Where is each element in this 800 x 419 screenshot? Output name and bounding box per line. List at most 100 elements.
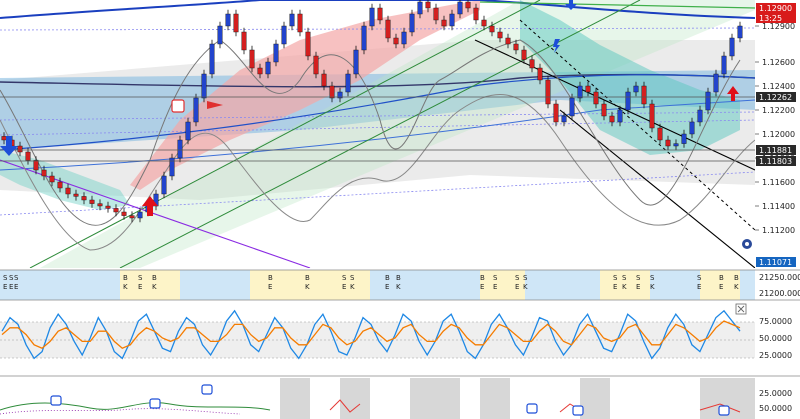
candle-body[interactable]: [281, 25, 287, 45]
candle-body[interactable]: [257, 67, 263, 75]
candle-body[interactable]: [321, 73, 327, 87]
gear-icon[interactable]: [742, 239, 752, 249]
candle-body[interactable]: [609, 115, 615, 123]
candle-body[interactable]: [345, 73, 351, 93]
candle-body[interactable]: [17, 145, 23, 153]
candle-body[interactable]: [409, 13, 415, 33]
candle-body[interactable]: [457, 1, 463, 15]
candle-body[interactable]: [425, 1, 431, 9]
session-label-top: S: [650, 274, 655, 282]
candle-body[interactable]: [553, 103, 559, 123]
candle-body[interactable]: [329, 85, 335, 99]
candle-body[interactable]: [201, 73, 207, 99]
price-tick-label: 1.11400: [762, 202, 795, 211]
candle-body[interactable]: [225, 13, 231, 27]
candle-body[interactable]: [537, 67, 543, 81]
candle-body[interactable]: [161, 175, 167, 195]
candle-body[interactable]: [137, 211, 143, 219]
candle-body[interactable]: [713, 73, 719, 93]
candle-body[interactable]: [65, 187, 71, 195]
candle-body[interactable]: [73, 193, 79, 197]
candle-body[interactable]: [665, 139, 671, 147]
candle-body[interactable]: [729, 37, 735, 57]
candle-body[interactable]: [433, 7, 439, 21]
candle-body[interactable]: [561, 115, 567, 123]
candle-body[interactable]: [1, 136, 7, 141]
candle-body[interactable]: [81, 196, 87, 201]
candle-body[interactable]: [185, 121, 191, 141]
stochastic-panel[interactable]: [0, 302, 755, 374]
candle-body[interactable]: [385, 19, 391, 39]
candle-body[interactable]: [33, 160, 39, 171]
candle-body[interactable]: [465, 1, 471, 9]
candle-body[interactable]: [617, 109, 623, 123]
candle-body[interactable]: [585, 85, 591, 93]
price-tick-label: 1.12000: [762, 130, 795, 139]
candle-body[interactable]: [305, 31, 311, 57]
session-label-bottom: E: [636, 283, 640, 291]
candle-body[interactable]: [705, 91, 711, 111]
oscillator-panel[interactable]: [0, 378, 755, 419]
candle-body[interactable]: [569, 97, 575, 117]
candle-body[interactable]: [721, 55, 727, 75]
candle-body[interactable]: [377, 7, 383, 21]
chart-canvas[interactable]: 1.12900 1.12600 1.12400 1.12200 1.12000 1.118…: [0, 0, 800, 419]
close-icon[interactable]: [735, 303, 747, 315]
chart-window: 1.12900 1.12600 1.12400 1.12200 1.12000 1.118…: [0, 0, 800, 419]
candle-body[interactable]: [649, 103, 655, 129]
candle-body[interactable]: [353, 49, 359, 75]
candle-body[interactable]: [593, 91, 599, 105]
candle-body[interactable]: [601, 103, 607, 117]
candle-body[interactable]: [625, 91, 631, 111]
candle-body[interactable]: [401, 31, 407, 45]
candle-body[interactable]: [361, 25, 367, 51]
candle-body[interactable]: [529, 59, 535, 69]
candle-body[interactable]: [113, 208, 119, 213]
candle-body[interactable]: [441, 19, 447, 27]
candle-body[interactable]: [657, 127, 663, 141]
candle-body[interactable]: [673, 143, 679, 147]
candle-body[interactable]: [57, 181, 63, 189]
candle-body[interactable]: [265, 61, 271, 75]
candle-body[interactable]: [737, 25, 743, 39]
candle-body[interactable]: [121, 211, 127, 216]
candle-body[interactable]: [545, 79, 551, 105]
candle-body[interactable]: [473, 7, 479, 21]
candle-body[interactable]: [129, 215, 135, 219]
candle-body[interactable]: [313, 55, 319, 75]
session-panel[interactable]: SESESEBKSEBKBEBKSESKBEBKBESESESKSESKSESK…: [0, 269, 800, 301]
candle-body[interactable]: [489, 25, 495, 33]
candle-body[interactable]: [641, 85, 647, 105]
candle-body[interactable]: [369, 7, 375, 27]
candle-body[interactable]: [505, 37, 511, 45]
candle-body[interactable]: [513, 43, 519, 51]
price-panel[interactable]: [0, 0, 755, 268]
candle-body[interactable]: [633, 85, 639, 93]
candle-body[interactable]: [577, 85, 583, 99]
candle-body[interactable]: [209, 43, 215, 75]
candle-body[interactable]: [249, 49, 255, 69]
candle-body[interactable]: [177, 139, 183, 159]
candle-body[interactable]: [689, 121, 695, 135]
candle-body[interactable]: [393, 37, 399, 45]
candle-body[interactable]: [217, 25, 223, 45]
candle-body[interactable]: [497, 31, 503, 39]
candle-body[interactable]: [481, 19, 487, 27]
candle-body[interactable]: [41, 169, 47, 177]
candle-body[interactable]: [193, 97, 199, 123]
candle-body[interactable]: [697, 109, 703, 123]
candle-body[interactable]: [89, 199, 95, 204]
candle-body[interactable]: [97, 203, 103, 207]
candle-body[interactable]: [417, 1, 423, 15]
candle-body[interactable]: [25, 151, 31, 161]
candle-body[interactable]: [241, 31, 247, 51]
candle-body[interactable]: [105, 205, 111, 209]
candle-body[interactable]: [449, 13, 455, 27]
candle-body[interactable]: [273, 43, 279, 63]
candle-body[interactable]: [289, 13, 295, 27]
candle-body[interactable]: [49, 175, 55, 183]
candle-body[interactable]: [521, 49, 527, 60]
candle-body[interactable]: [233, 13, 239, 33]
candle-body[interactable]: [297, 13, 303, 33]
candle-body[interactable]: [681, 133, 687, 144]
